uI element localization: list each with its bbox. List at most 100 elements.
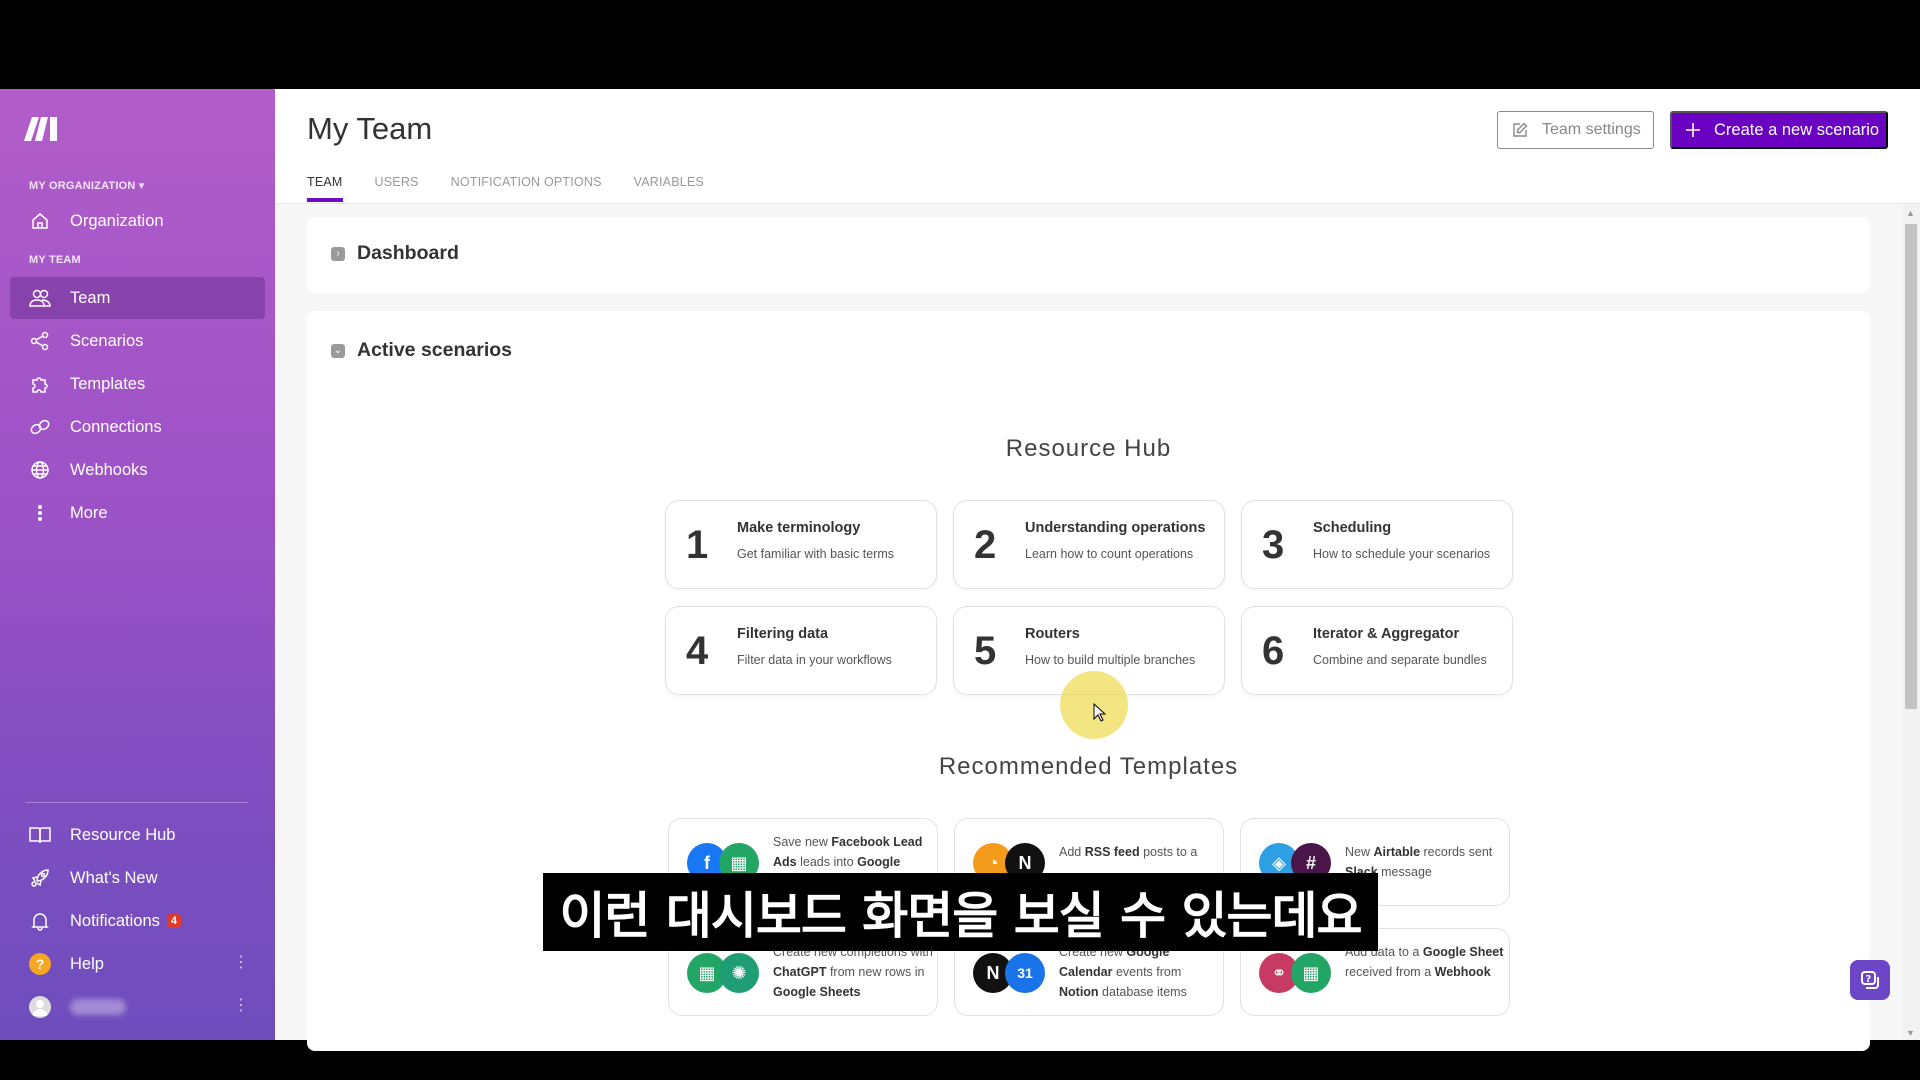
scroll-up-arrow-icon[interactable]: ▲	[1906, 208, 1915, 218]
sidebar-item-label: Notifications	[70, 911, 160, 930]
avatar-wrap	[29, 996, 51, 1018]
vertical-scrollbar[interactable]: ▲ ▼	[1902, 204, 1920, 1040]
rocket-icon	[29, 867, 51, 889]
sidebar-item-label: Resource Hub	[70, 825, 176, 844]
sidebar-item-label: Scenarios	[70, 331, 144, 350]
plus-icon	[1686, 123, 1700, 137]
sidebar-item-scenarios[interactable]: Scenarios	[10, 320, 265, 362]
hub-card-desc: How to schedule your scenarios	[1313, 547, 1491, 561]
home-icon	[29, 210, 51, 232]
sidebar-item-label: Connections	[70, 417, 162, 436]
help-icon: ?	[29, 953, 51, 975]
help-menu-kebab-icon[interactable]: ⋮	[233, 955, 249, 971]
sidebar-item-label: Templates	[70, 374, 146, 393]
make-logo[interactable]	[22, 113, 60, 143]
active-scenarios-title: Active scenarios	[357, 339, 513, 361]
team-settings-button[interactable]: Team settings	[1497, 111, 1654, 149]
page-header: My Team TEAM USERS NOTIFICATION OPTIONS …	[275, 89, 1920, 204]
sidebar-item-webhooks[interactable]: Webhooks	[10, 449, 265, 491]
more-vertical-icon	[29, 502, 51, 524]
chevron-down-icon: ⌄	[331, 343, 345, 358]
help-chat-button[interactable]: ?	[1850, 960, 1890, 1000]
hub-card-number: 3	[1262, 523, 1285, 567]
hub-card-title: Filtering data	[737, 626, 829, 642]
hub-card[interactable]: 2 Understanding operations Learn how to …	[953, 500, 1225, 589]
hub-card[interactable]: 1 Make terminology Get familiar with bas…	[665, 500, 937, 589]
sidebar-item-label: Organization	[70, 211, 164, 230]
hub-card-number: 6	[1262, 629, 1285, 673]
sidebar-item-whats-new[interactable]: What's New	[10, 857, 265, 899]
edit-icon	[1513, 122, 1528, 137]
sidebar-item-organization[interactable]: Organization	[10, 200, 265, 242]
sidebar-item-label: More	[70, 503, 108, 522]
org-switcher[interactable]: MY ORGANIZATION ▾	[29, 179, 144, 192]
hub-card-number: 1	[686, 523, 709, 567]
tab-variables[interactable]: VARIABLES	[634, 175, 704, 202]
hub-card-number: 2	[974, 523, 997, 567]
template-desc: Save new Facebook Lead Ads leads into Go…	[773, 835, 923, 869]
sidebar-item-help[interactable]: ? Help	[10, 943, 265, 985]
template-desc: Add RSS feed posts to a	[1059, 845, 1198, 859]
avatar	[29, 996, 51, 1018]
hub-card[interactable]: 3 Scheduling How to schedule your scenar…	[1241, 500, 1513, 589]
bell-icon	[29, 910, 51, 932]
tab-team[interactable]: TEAM	[307, 175, 343, 202]
caret-down-icon: ▾	[138, 180, 145, 192]
sidebar-item-more[interactable]: More	[10, 492, 265, 534]
hub-card-desc: Filter data in your workflows	[737, 653, 892, 667]
scroll-thumb[interactable]	[1905, 224, 1917, 709]
hub-card-title: Scheduling	[1313, 520, 1392, 536]
video-subtitle: 이런 대시보드 화면을 보실 수 있는데요	[543, 873, 1378, 951]
sidebar-item-team[interactable]: Team	[10, 277, 265, 319]
chevron-right-icon: ›	[331, 246, 345, 261]
hub-card-desc: Learn how to count operations	[1025, 547, 1194, 561]
chatgpt-icon: ✺	[719, 953, 759, 993]
book-icon	[29, 824, 51, 846]
tab-users[interactable]: USERS	[375, 175, 419, 202]
template-desc: Create new Google Calendar events from N…	[1059, 945, 1187, 999]
dashboard-panel: › Dashboard	[307, 217, 1870, 293]
hub-card-title: Make terminology	[737, 520, 861, 536]
tab-bar: TEAM USERS NOTIFICATION OPTIONS VARIABLE…	[307, 175, 736, 202]
svg-text:?: ?	[1866, 974, 1872, 985]
active-scenarios-toggle[interactable]: ⌄ Active scenarios	[331, 339, 512, 362]
scroll-down-arrow-icon[interactable]: ▼	[1906, 1028, 1915, 1038]
team-settings-label: Team settings	[1542, 121, 1641, 138]
sidebar-item-notifications[interactable]: Notifications 4	[10, 900, 265, 942]
page-title: My Team	[307, 111, 433, 146]
puzzle-icon	[29, 373, 51, 395]
sidebar-item-label: Webhooks	[70, 460, 148, 479]
tab-notification-options[interactable]: NOTIFICATION OPTIONS	[451, 175, 602, 202]
dashboard-title: Dashboard	[357, 242, 459, 264]
sidebar-item-label: What's New	[70, 868, 158, 887]
user-menu-kebab-icon[interactable]: ⋮	[233, 998, 249, 1014]
hub-card-number: 5	[974, 629, 997, 673]
dashboard-toggle[interactable]: › Dashboard	[331, 242, 459, 265]
mouse-cursor-icon	[1093, 703, 1107, 722]
globe-icon	[29, 459, 51, 481]
org-section-label: MY ORGANIZATION	[29, 180, 136, 192]
link-icon	[29, 416, 51, 438]
recommended-templates-title: Recommended Templates	[938, 753, 1239, 780]
sidebar-item-label: Team	[70, 288, 111, 307]
sidebar-item-label: Help	[70, 954, 104, 973]
template-app-icons: ⚭ ▦	[1259, 953, 1331, 997]
help-icon-wrap: ?	[29, 953, 51, 975]
user-profile[interactable]	[10, 986, 265, 1028]
sidebar-divider	[26, 802, 248, 803]
sidebar-item-templates[interactable]: Templates	[10, 363, 265, 405]
sidebar-item-resource-hub[interactable]: Resource Hub	[10, 814, 265, 856]
resource-hub-title: Resource Hub	[1005, 435, 1172, 462]
template-desc: Create new completions with ChatGPT from…	[773, 945, 933, 999]
hub-card-desc: Combine and separate bundles	[1313, 653, 1487, 667]
notifications-count-badge: 4	[166, 914, 181, 928]
team-section-label: MY TEAM	[29, 254, 81, 266]
create-scenario-label: Create a new scenario	[1714, 120, 1880, 139]
sidebar-item-connections[interactable]: Connections	[10, 406, 265, 448]
create-scenario-button[interactable]: Create a new scenario	[1670, 111, 1888, 149]
hub-card[interactable]: 4 Filtering data Filter data in your wor…	[665, 606, 937, 695]
template-app-icons: N 31	[973, 953, 1045, 997]
google-sheets-icon: ▦	[1291, 953, 1331, 993]
template-app-icons: ▦ ✺	[687, 953, 759, 997]
hub-card[interactable]: 6 Iterator & Aggregator Combine and sepa…	[1241, 606, 1513, 695]
